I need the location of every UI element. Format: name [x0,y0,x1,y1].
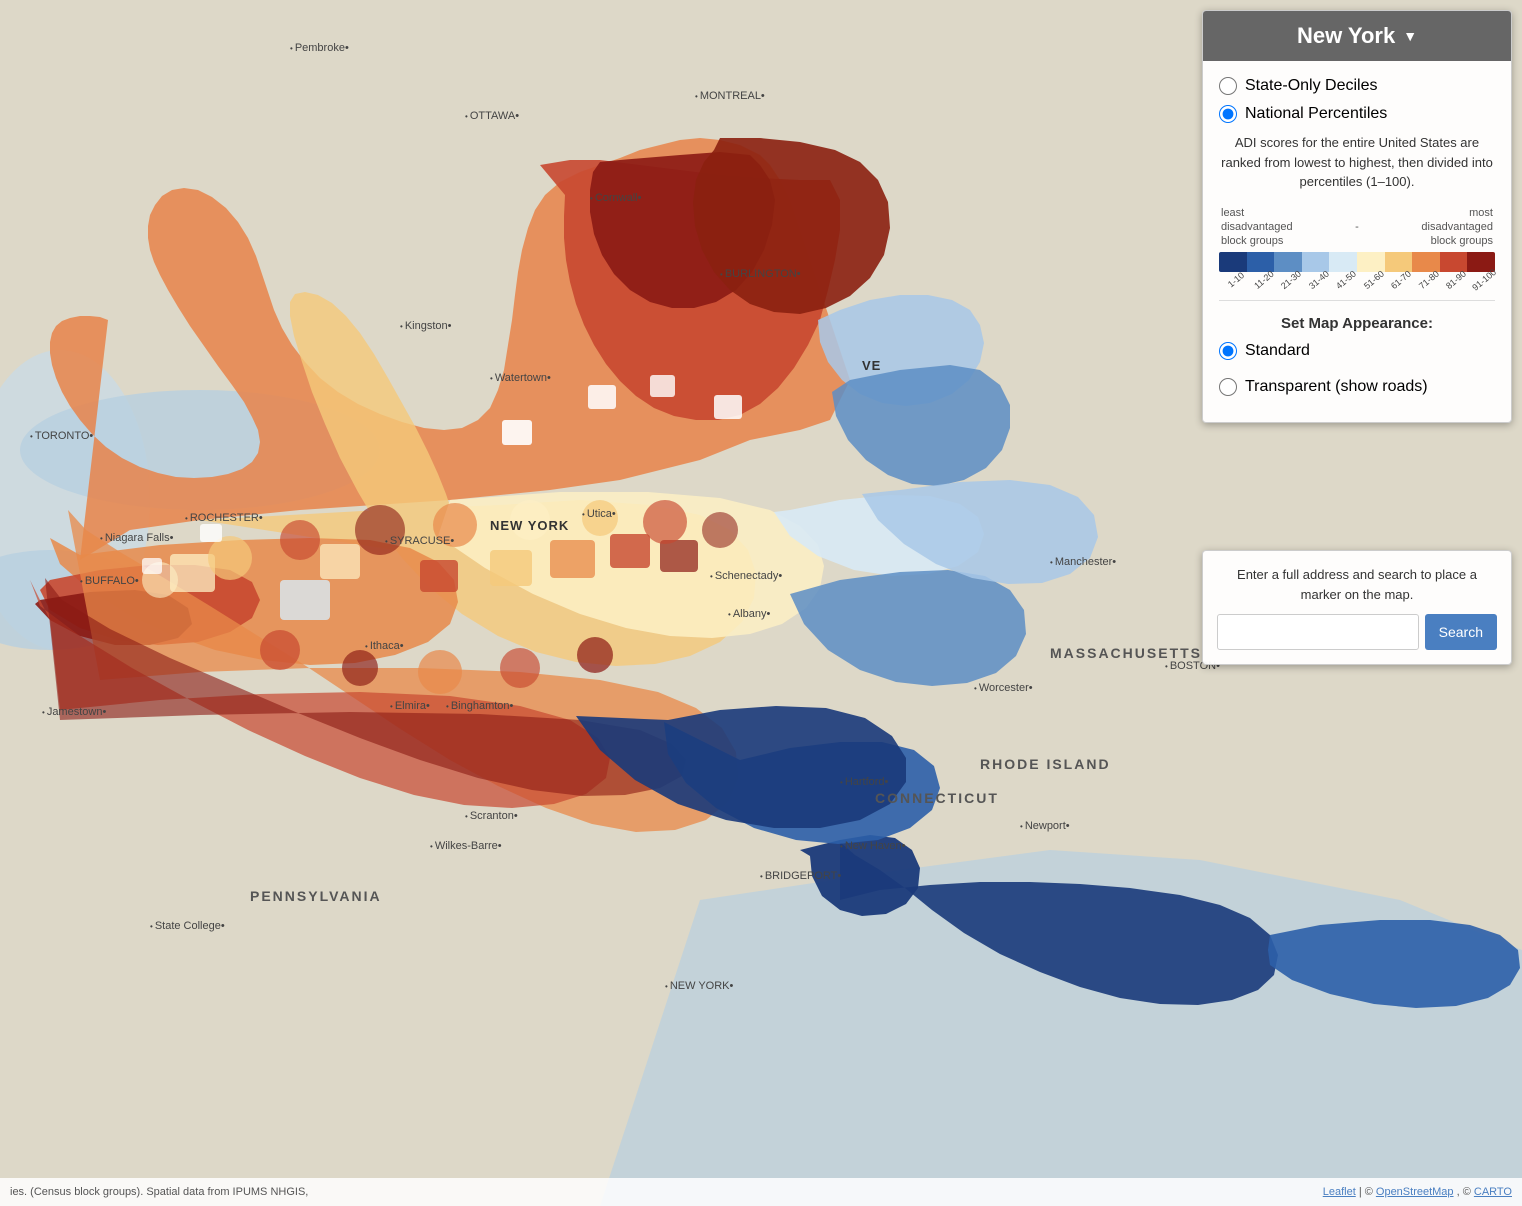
transparent-radio[interactable] [1219,378,1237,396]
map-appearance-options: Standard Transparent (show roads) [1219,342,1495,406]
legend-right-label: most disadvantaged block groups [1403,206,1493,249]
footer-sep2: , © [1457,1186,1474,1198]
national-label: National Percentiles [1245,105,1387,123]
state-only-radio[interactable] [1219,77,1237,95]
footer-left-text: ies. (Census block groups). Spatial data… [10,1186,308,1198]
footer-separator: | © [1359,1186,1376,1198]
standard-radio[interactable] [1219,342,1237,360]
national-radio[interactable] [1219,105,1237,123]
search-button[interactable]: Search [1425,614,1497,650]
footer: ies. (Census block groups). Spatial data… [0,1178,1522,1206]
transparent-label: Transparent (show roads) [1245,378,1428,396]
legend-tick-row: 1-1011-2021-3031-4041-5051-6061-7071-808… [1219,276,1495,286]
national-option[interactable]: National Percentiles [1219,105,1495,123]
search-row: Search [1217,614,1497,650]
search-input[interactable] [1217,614,1419,650]
leaflet-link[interactable]: Leaflet [1323,1186,1356,1198]
state-title: New York [1297,23,1395,49]
legend-left-label: least disadvantaged block groups [1221,206,1311,249]
panel-body: State-Only Deciles National Percentiles … [1203,61,1511,422]
legend-dash: - [1355,221,1359,233]
state-only-label: State-Only Deciles [1245,77,1378,95]
divider [1219,300,1495,301]
adi-description: ADI scores for the entire United States … [1219,133,1495,192]
osm-link[interactable]: OpenStreetMap [1376,1186,1454,1198]
state-only-option[interactable]: State-Only Deciles [1219,77,1495,95]
footer-attribution: Leaflet | © OpenStreetMap , © CARTO [1323,1186,1512,1198]
control-panel: New York ▼ State-Only Deciles National P… [1202,10,1512,423]
search-panel: Enter a full address and search to place… [1202,550,1512,665]
search-description: Enter a full address and search to place… [1217,565,1497,604]
legend: least disadvantaged block groups - most … [1219,206,1495,287]
panel-header: New York ▼ [1203,11,1511,61]
transparent-option[interactable]: Transparent (show roads) [1219,378,1495,396]
legend-labels: least disadvantaged block groups - most … [1219,206,1495,249]
map-container: Pembroke•OTTAWA•MONTREAL•Cornwall•Kingst… [0,0,1522,1206]
map-appearance-title: Set Map Appearance: [1219,315,1495,332]
standard-option[interactable]: Standard [1219,342,1495,360]
state-selector-arrow[interactable]: ▼ [1403,28,1417,44]
standard-label: Standard [1245,342,1310,360]
carto-link[interactable]: CARTO [1474,1186,1512,1198]
legend-color-bar [1219,252,1495,272]
